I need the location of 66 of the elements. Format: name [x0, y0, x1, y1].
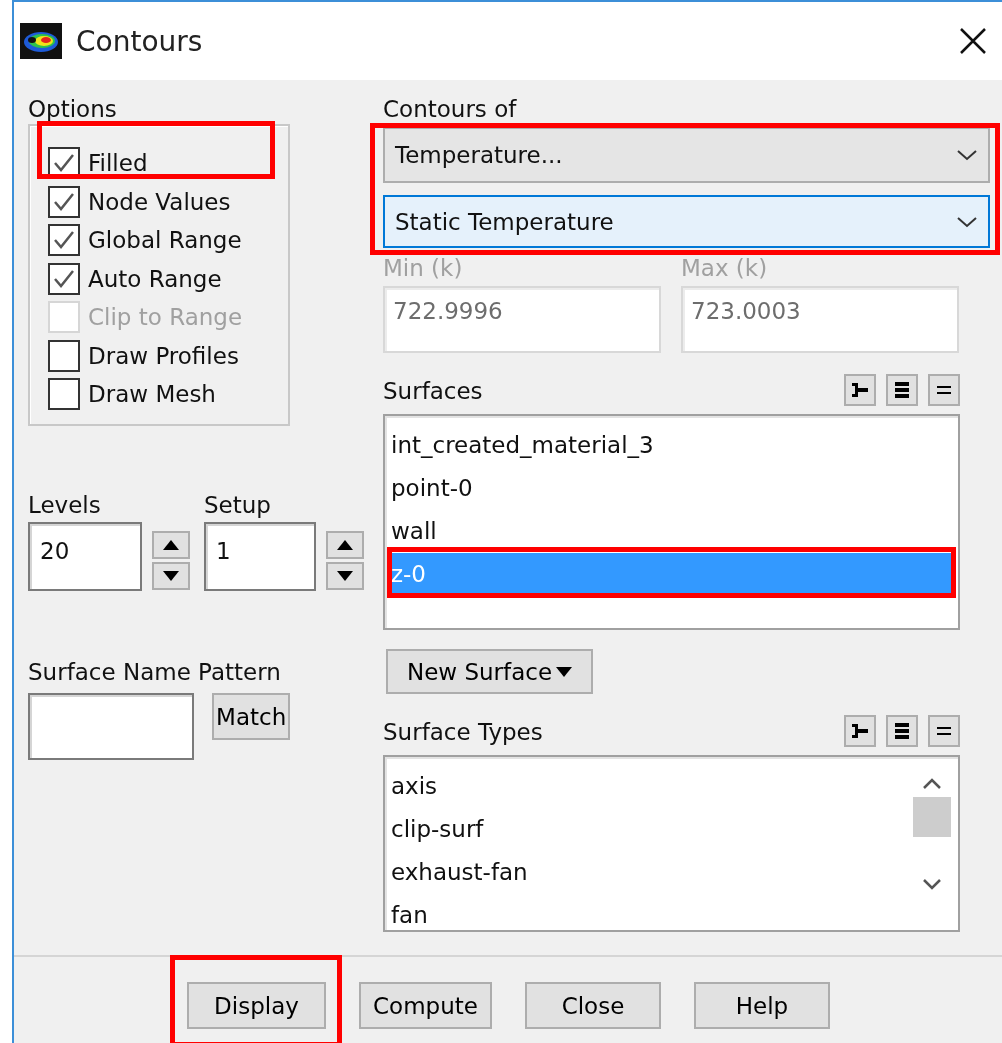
bars-icon — [892, 380, 912, 400]
list-toolbar-button[interactable] — [928, 374, 960, 406]
up-triangle-icon — [337, 540, 353, 550]
list-toolbar-button[interactable] — [844, 715, 876, 747]
checkbox-label: Global Range — [88, 227, 242, 254]
checkbox-label: Filled — [88, 150, 148, 177]
checkbox-label: Draw Mesh — [88, 381, 216, 408]
chevron-down-icon[interactable] — [921, 877, 943, 891]
dialog-button[interactable]: Compute — [359, 982, 492, 1029]
section-label: Contours of — [383, 95, 518, 124]
section-label: Surfaces — [383, 377, 483, 406]
close-icon[interactable] — [958, 26, 988, 56]
new-surface-button[interactable]: New Surface — [386, 649, 593, 694]
list-item[interactable]: axis — [389, 765, 908, 808]
checkbox-label: Clip to Range — [88, 304, 243, 331]
category-dropdown[interactable]: Temperature... — [383, 127, 990, 183]
chevron-down-icon — [956, 214, 978, 229]
window-title: Contours — [76, 24, 203, 58]
list-item[interactable]: fan — [389, 894, 908, 930]
field-label: Setup — [204, 491, 272, 520]
scrollbar-thumb[interactable] — [913, 797, 951, 837]
decrement-button[interactable] — [152, 562, 190, 590]
checkbox[interactable] — [48, 262, 80, 295]
list-toolbar-button[interactable] — [928, 715, 960, 747]
number-field[interactable]: 20 — [28, 522, 142, 591]
dialog-button[interactable]: Close — [525, 982, 661, 1029]
list-toolbar-button[interactable] — [844, 374, 876, 406]
chevron-up-icon[interactable] — [921, 777, 943, 791]
checkbox-label: Node Values — [88, 188, 231, 215]
checkbox[interactable] — [48, 185, 80, 218]
increment-button[interactable] — [152, 531, 190, 559]
field-label: Min (k) — [383, 254, 464, 283]
match-button[interactable]: Match — [212, 693, 290, 740]
list-item[interactable]: exhaust-fan — [389, 851, 908, 894]
number-field[interactable]: 1 — [204, 522, 316, 591]
up-triangle-icon — [163, 540, 179, 550]
checkbox-label: Draw Profiles — [88, 342, 239, 369]
caret-icon — [556, 666, 573, 677]
section-label: Options — [28, 95, 118, 124]
down-triangle-icon — [337, 571, 353, 581]
section-label: Surface Types — [383, 718, 543, 747]
decrement-button[interactable] — [326, 562, 364, 590]
tree-bracket-icon — [850, 380, 870, 400]
quantity-dropdown[interactable]: Static Temperature — [383, 195, 990, 248]
down-triangle-icon — [163, 571, 179, 581]
dialog-button[interactable]: Help — [694, 982, 830, 1029]
tree-bracket-icon — [850, 721, 870, 741]
increment-button[interactable] — [326, 531, 364, 559]
chevron-down-icon — [956, 148, 978, 162]
field-label: Levels — [28, 491, 102, 520]
checkbox[interactable] — [48, 378, 80, 411]
pattern-field[interactable] — [28, 693, 195, 760]
contour-plot-icon — [20, 23, 62, 59]
list-toolbar-button[interactable] — [886, 374, 918, 406]
field-label: Max (k) — [681, 254, 769, 283]
checkbox-label: Auto Range — [88, 265, 222, 292]
bars-icon — [892, 721, 912, 741]
list-item[interactable]: point-0 — [389, 467, 954, 510]
checkbox[interactable] — [48, 339, 80, 372]
checkbox[interactable] — [48, 224, 80, 257]
field-label: Surface Name Pattern — [28, 658, 282, 687]
list-item[interactable]: wall — [389, 510, 954, 553]
list-item[interactable]: clip-surf — [389, 808, 908, 851]
list-item[interactable]: int_created_material_3 — [389, 424, 954, 467]
list-toolbar-button[interactable] — [886, 715, 918, 747]
dialog-button[interactable]: Display — [187, 982, 326, 1029]
